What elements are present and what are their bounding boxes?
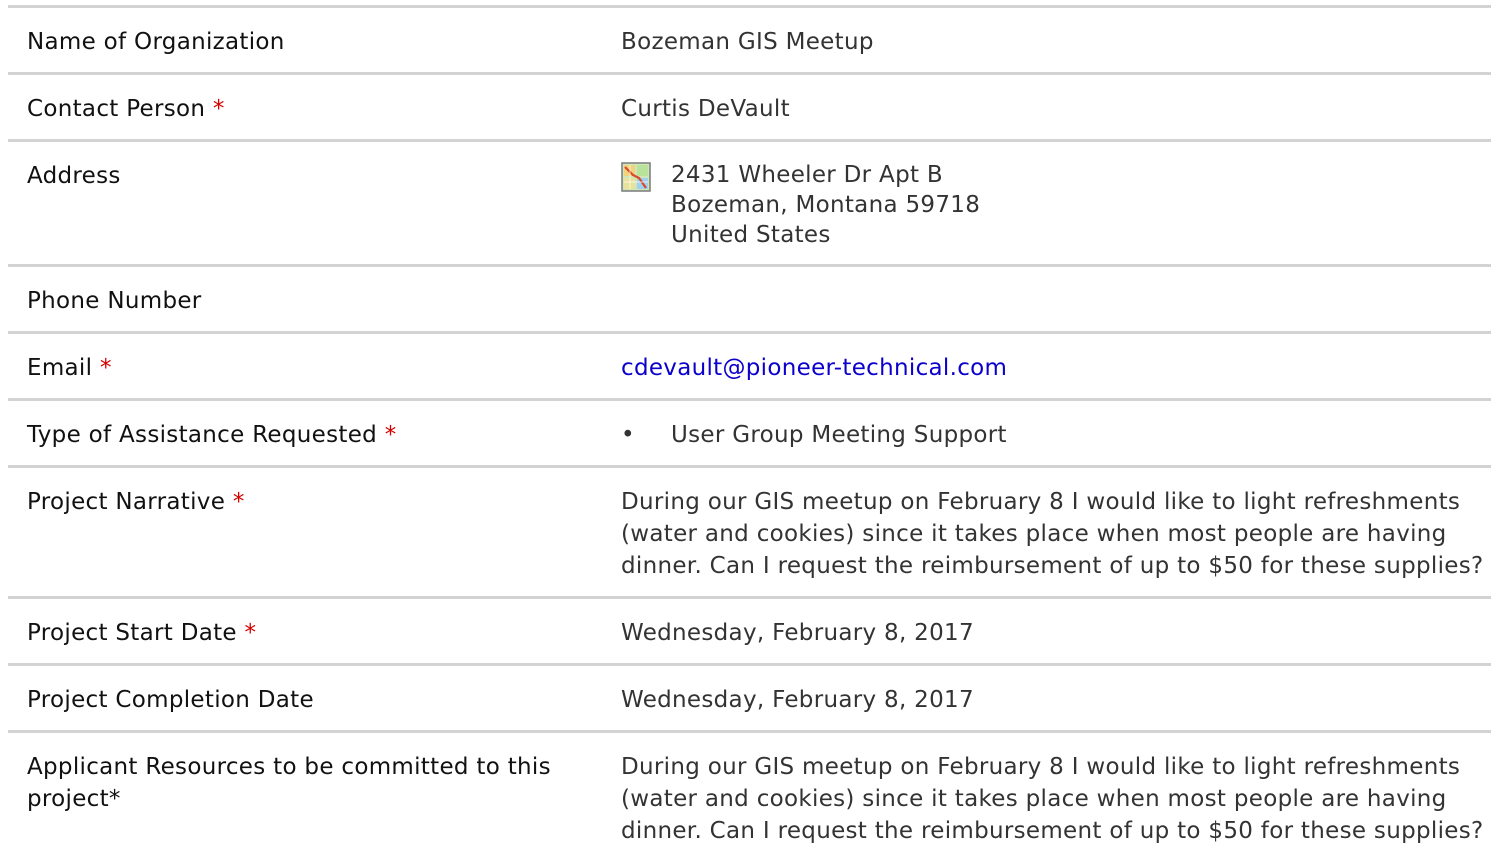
row-address: Address 2431 Wheeler Dr Apt B Bozeman, M… — [8, 139, 1491, 266]
field-label: Phone Number — [8, 264, 602, 333]
required-marker: * — [244, 620, 257, 646]
row-phone: Phone Number — [8, 264, 1491, 333]
required-marker: * — [232, 489, 245, 515]
list-item: • User Group Meeting Support — [621, 419, 1491, 451]
field-value: Bozeman GIS Meetup — [602, 5, 1491, 74]
row-contact-person: Contact Person * Curtis DeVault — [8, 72, 1491, 141]
field-value: cdevault@pioneer-technical.com — [602, 331, 1491, 400]
field-label: Type of Assistance Requested * — [8, 398, 602, 467]
field-value: • User Group Meeting Support — [602, 398, 1491, 467]
field-label: Name of Organization — [8, 5, 602, 74]
address-block: 2431 Wheeler Dr Apt B Bozeman, Montana 5… — [671, 162, 981, 248]
bullet-icon: • — [621, 422, 635, 448]
row-organization: Name of Organization Bozeman GIS Meetup — [8, 5, 1491, 74]
row-assistance-type: Type of Assistance Requested * • User Gr… — [8, 398, 1491, 467]
row-applicant-resources: Applicant Resources to be committed to t… — [8, 730, 1491, 861]
required-marker: * — [212, 96, 225, 122]
field-label: Address — [8, 139, 602, 266]
field-value: Wednesday, February 8, 2017 — [602, 596, 1491, 665]
row-start-date: Project Start Date * Wednesday, February… — [8, 596, 1491, 665]
row-project-narrative: Project Narrative * During our GIS meetu… — [8, 465, 1491, 598]
field-label: Project Completion Date — [8, 663, 602, 732]
row-completion-date: Project Completion Date Wednesday, Febru… — [8, 663, 1491, 732]
field-value: Wednesday, February 8, 2017 — [602, 663, 1491, 732]
submission-details-table: Name of Organization Bozeman GIS Meetup … — [8, 5, 1491, 861]
field-label: Contact Person * — [8, 72, 602, 141]
field-label: Project Start Date * — [8, 596, 602, 665]
field-value: During our GIS meetup on February 8 I wo… — [602, 730, 1491, 861]
required-marker: * — [384, 422, 397, 448]
email-link[interactable]: cdevault@pioneer-technical.com — [621, 355, 1007, 381]
field-label: Project Narrative * — [8, 465, 602, 598]
row-email: Email * cdevault@pioneer-technical.com — [8, 331, 1491, 400]
field-value: During our GIS meetup on February 8 I wo… — [602, 465, 1491, 598]
field-value — [602, 264, 1491, 333]
field-label: Email * — [8, 331, 602, 400]
field-label: Applicant Resources to be committed to t… — [8, 730, 602, 861]
map-icon[interactable] — [621, 162, 651, 192]
required-marker: * — [99, 355, 112, 381]
field-value: 2431 Wheeler Dr Apt B Bozeman, Montana 5… — [602, 139, 1491, 266]
field-value: Curtis DeVault — [602, 72, 1491, 141]
